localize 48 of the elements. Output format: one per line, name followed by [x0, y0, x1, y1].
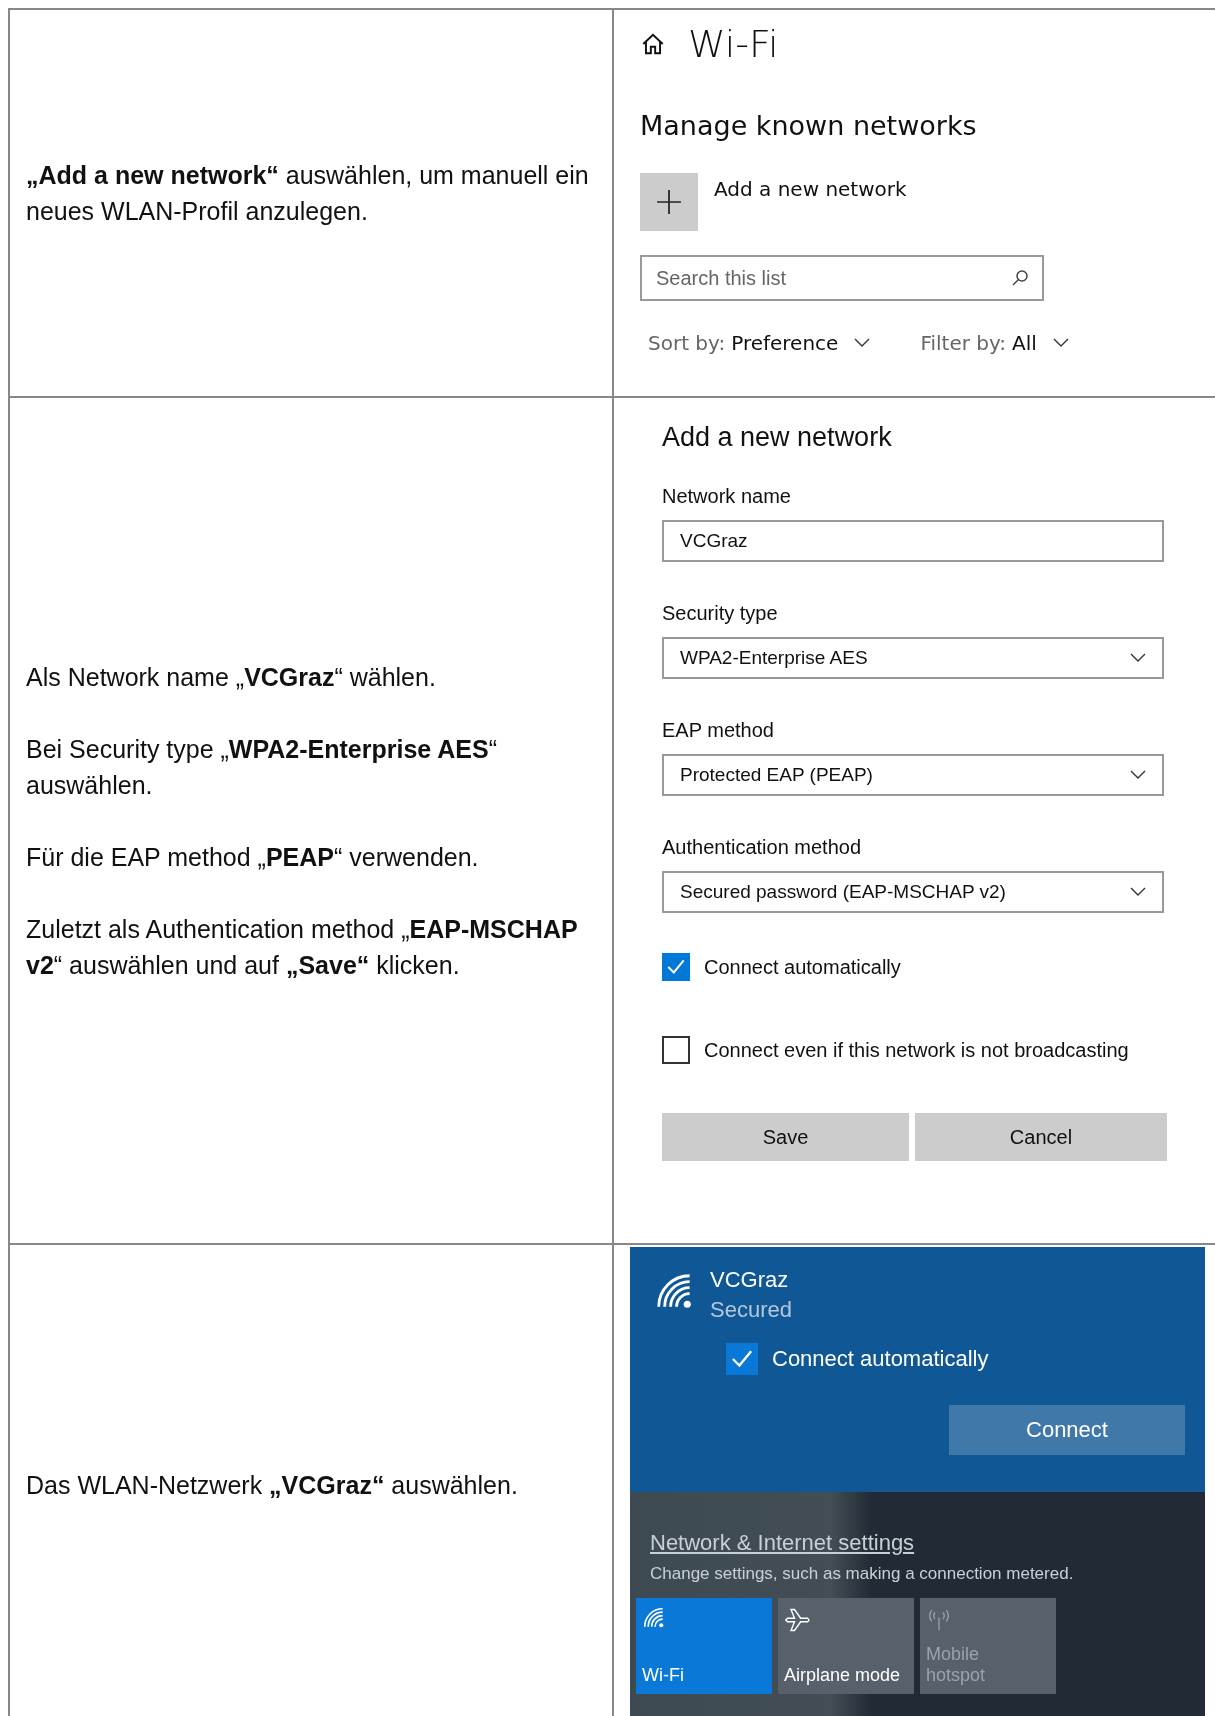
field-label: Security type — [662, 602, 779, 625]
checkbox[interactable] — [662, 1036, 690, 1064]
chevron-down-icon[interactable] — [1130, 653, 1146, 663]
network-name[interactable]: VCGraz — [710, 1267, 792, 1293]
search-field[interactable]: Search this list — [640, 255, 1044, 301]
quick-action-tile[interactable]: Wi-Fi — [636, 1598, 772, 1694]
chevron-down-icon[interactable] — [1130, 770, 1146, 780]
wifi-icon — [654, 1271, 692, 1309]
filter-dropdown[interactable]: Filter by: All — [920, 331, 1069, 355]
dropdown-field[interactable]: Protected EAP (PEAP) — [662, 754, 1164, 796]
sort-dropdown[interactable]: Sort by: Preference — [648, 331, 871, 355]
checkbox-label: Connect even if this network is not broadcasting — [704, 1038, 1129, 1062]
checkbox-label: Connect automatically — [772, 1346, 989, 1372]
checkbox[interactable] — [726, 1343, 758, 1375]
dialog-title: Add a new network — [662, 422, 893, 453]
instruction-text: Das WLAN-Netzwerk „VCGraz“ auswählen. — [26, 1470, 518, 1501]
instruction-text: Bei Security type „WPA2-Enterprise AES“ auswählen. — [26, 733, 498, 801]
instruction-text: „Add a new network“ auswählen, um manuell ein neues WLAN-Profil anzulegen. — [26, 160, 590, 227]
field-label: Authentication method — [662, 836, 863, 859]
home-icon[interactable] — [640, 31, 666, 57]
settings-hint: Change settings, such as making a connection metered. — [650, 1564, 1075, 1584]
network-name-field[interactable]: VCGraz — [662, 520, 1164, 562]
dropdown-field[interactable]: Secured password (EAP-MSCHAP v2) — [662, 871, 1164, 913]
cancel-button[interactable]: Cancel — [915, 1113, 1167, 1161]
chevron-down-icon[interactable] — [1052, 338, 1069, 348]
save-button[interactable]: Save — [662, 1113, 909, 1161]
checkbox[interactable] — [662, 953, 690, 981]
quick-action-tile[interactable]: Airplane mode — [778, 1598, 914, 1694]
search-icon[interactable] — [1010, 268, 1030, 288]
plus-icon[interactable] — [656, 189, 682, 215]
settings-link[interactable]: Network & Internet settings — [650, 1530, 915, 1556]
instruction-text: Als Network name „VCGraz“ wählen. — [26, 661, 437, 693]
field-label: Network name — [662, 485, 792, 508]
airplane-icon — [784, 1606, 812, 1634]
page-title: Wi-Fi — [688, 22, 779, 66]
instruction-text: Für die EAP method „PEAP“ verwenden. — [26, 841, 480, 873]
instruction-text: Zuletzt als Authentication method „EAP-MSCHAP v2“ auswählen und auf „Save“ klicken. — [26, 913, 579, 981]
add-network-link[interactable]: Add a new network — [714, 177, 907, 201]
chevron-down-icon[interactable] — [854, 338, 871, 348]
network-status: Secured — [710, 1297, 792, 1323]
add-button[interactable] — [640, 173, 698, 231]
checkbox-label: Connect automatically — [704, 955, 901, 979]
field-label: EAP method — [662, 719, 775, 742]
connect-button[interactable]: Connect — [949, 1405, 1185, 1455]
wifi-icon — [642, 1606, 664, 1628]
dropdown-field[interactable]: WPA2-Enterprise AES — [662, 637, 1164, 679]
chevron-down-icon[interactable] — [1130, 887, 1146, 897]
section-heading: Manage known networks — [640, 110, 978, 141]
